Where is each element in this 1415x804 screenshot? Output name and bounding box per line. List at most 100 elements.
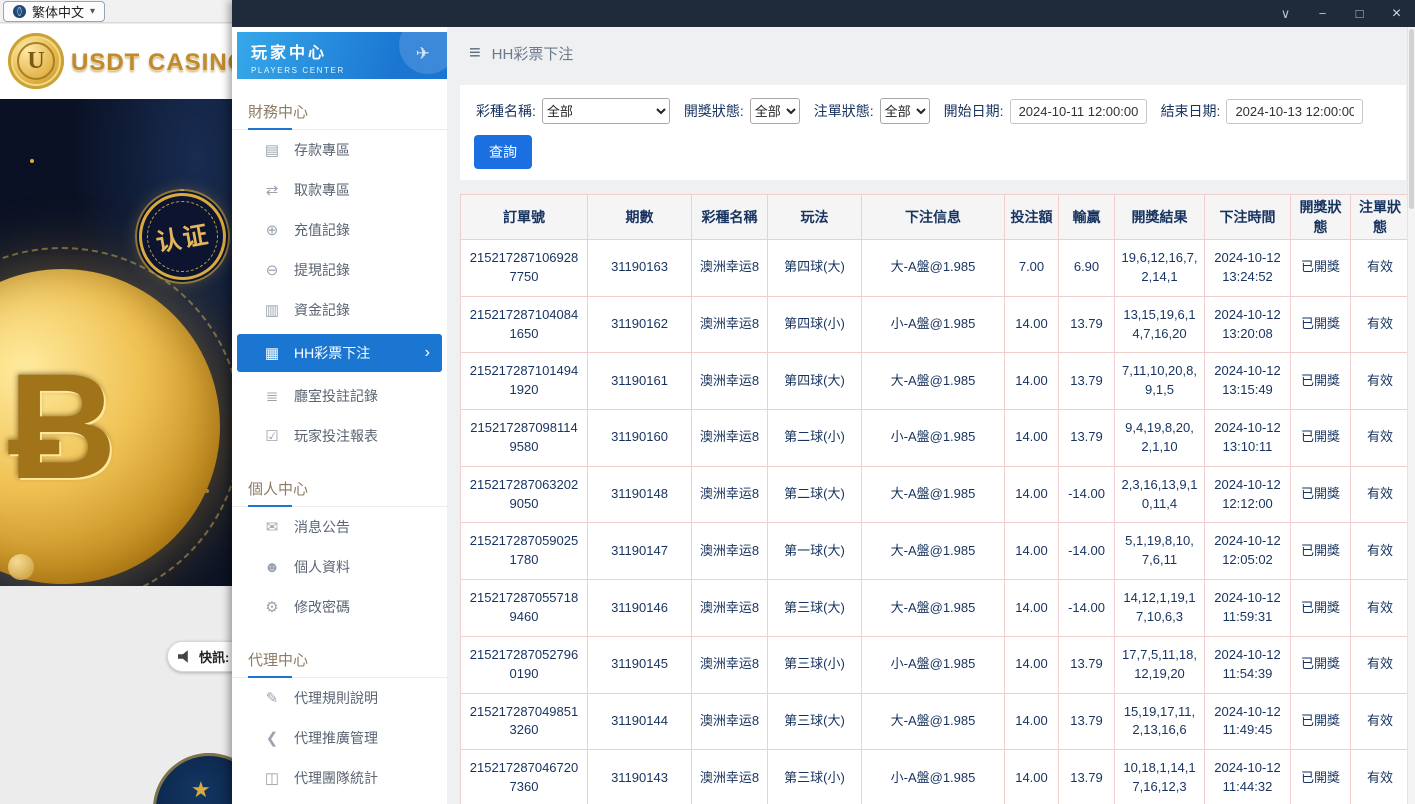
table-cell: 31190147 [588,523,692,580]
window-maximize-button[interactable]: □ [1341,0,1378,27]
lottery-name-select[interactable]: 全部 [542,98,670,124]
sidebar-item[interactable]: ◫代理團隊統計 [232,758,447,798]
draw-status-select[interactable]: 全部 [750,98,800,124]
table-cell: 已開獎 [1291,636,1351,693]
sidebar-item-label: 廳室投註記錄 [294,386,378,406]
column-header: 玩法 [768,195,862,240]
table-cell: 31190161 [588,353,692,410]
table-body: 215217287106928775031190163澳洲幸运8第四球(大)大-… [461,240,1410,804]
table-cell: 2152172870981149580 [461,410,588,467]
end-date-input[interactable] [1226,99,1363,124]
table-cell: -14.00 [1059,523,1115,580]
table-cell: 已開獎 [1291,750,1351,804]
window-minimize-button[interactable]: − [1304,0,1341,27]
table-cell: 7,11,10,20,8,9,1,5 [1115,353,1205,410]
table-cell: 14,12,1,19,17,10,6,3 [1115,580,1205,637]
sidebar-section-title: 代理中心 [232,641,447,678]
table-cell: 13.79 [1059,296,1115,353]
table-cell: 5,1,19,8,10,7,6,11 [1115,523,1205,580]
table-cell: 2152172870632029050 [461,466,588,523]
start-date-input[interactable] [1010,99,1147,124]
table-cell: 澳洲幸运8 [692,240,768,297]
table-row: 215217287049851326031190144澳洲幸运8第三球(大)大-… [461,693,1410,750]
table-row: 215217287052796019031190145澳洲幸运8第三球(小)小-… [461,636,1410,693]
cashout-icon: ⊖ [262,261,282,279]
search-button[interactable]: 查詢 [474,135,532,169]
bottom-emblem-logo: ★ [153,753,232,804]
scrollbar-thumb[interactable] [1409,29,1414,209]
table-cell: 14.00 [1005,580,1059,637]
order-status-select[interactable]: 全部 [880,98,930,124]
sidebar-item[interactable]: ⚙修改密碼 [232,587,447,627]
sidebar-item[interactable]: ⊖ 提現記錄 [232,250,447,290]
main-content: ≡ HH彩票下注 彩種名稱:全部開獎狀態:全部注單狀態:全部開始日期:結束日期:… [447,27,1415,804]
table-cell: 31190145 [588,636,692,693]
bitcoin-hero-image: Ƀ 认证 [0,99,232,586]
table-row: 215217287101494192031190161澳洲幸运8第四球(大)大-… [461,353,1410,410]
sidebar-item[interactable]: ▥資金記錄 [232,290,447,330]
filter-label: 結束日期: [1161,101,1221,121]
table-cell: 31190163 [588,240,692,297]
star-icon: ★ [191,777,211,803]
table-cell: 2024-10-12 13:10:11 [1205,410,1291,467]
table-cell: 13.79 [1059,353,1115,410]
report-icon: ☑ [262,427,282,445]
left-background-panel: 繁体中文 ▾ U USDT CASINO Ƀ 认证 快訊: ★ [0,0,232,804]
news-ticker-button[interactable]: 快訊: [167,641,232,672]
sidebar-item[interactable]: ✎代理規則說明 [232,678,447,718]
doc-icon: ✎ [262,689,282,707]
coin-letter: U [17,42,55,80]
hamburger-icon[interactable]: ≡ [469,42,481,65]
sidebar-item[interactable]: ✉消息公告 [232,507,447,547]
table-cell: 小-A盤@1.985 [862,750,1005,804]
table-cell: 第三球(小) [768,750,862,804]
table-cell: 第四球(小) [768,296,862,353]
filter-label: 開始日期: [944,101,1004,121]
table-cell: 14.00 [1005,353,1059,410]
sidebar-item[interactable]: ❮代理推廣管理 [232,718,447,758]
table-row: 215217287063202905031190148澳洲幸运8第二球(大)大-… [461,466,1410,523]
column-header: 下注信息 [862,195,1005,240]
language-label: 繁体中文 [32,2,84,21]
table-cell: 小-A盤@1.985 [862,636,1005,693]
sidebar-item[interactable]: ▦HH彩票下注› [237,334,442,372]
column-header: 期數 [588,195,692,240]
table-cell: 第二球(大) [768,466,862,523]
filter-label: 彩種名稱: [476,101,536,121]
table-cell: 2152172871069287750 [461,240,588,297]
table-cell: 7.00 [1005,240,1059,297]
sidebar-item-label: 個人資料 [294,557,350,577]
small-coin-icon [8,554,34,580]
table-cell: 14.00 [1005,750,1059,804]
sidebar-item[interactable]: ☑ 玩家投注報表 [232,416,447,456]
table-cell: 17,7,5,11,18,12,19,20 [1115,636,1205,693]
language-selector[interactable]: 繁体中文 ▾ [3,1,105,22]
sidebar-item-label: 充值記錄 [294,220,350,240]
table-cell: 澳洲幸运8 [692,580,768,637]
vertical-scrollbar[interactable] [1407,27,1415,804]
table-cell: 大-A盤@1.985 [862,580,1005,637]
sidebar-item-label: 代理團隊統計 [294,768,378,788]
table-cell: 2024-10-12 13:20:08 [1205,296,1291,353]
sidebar-item[interactable]: ≣廳室投註記錄 [232,376,447,416]
table-cell: 澳洲幸运8 [692,466,768,523]
sidebar-item-label: HH彩票下注 [294,343,370,363]
sidebar-item[interactable]: ⊕充值記錄 [232,210,447,250]
table-cell: 有效 [1351,523,1410,580]
table-cell: 大-A盤@1.985 [862,353,1005,410]
sidebar-item[interactable]: ☻個人資料 [232,547,447,587]
sidebar-sections: 財務中心▤存款專區⇄取款專區⊕充值記錄⊖提現記錄▥資金記錄▦HH彩票下注›≣廳室… [232,93,447,798]
sidebar-item-label: 提現記錄 [294,260,350,280]
table-cell: 澳洲幸运8 [692,523,768,580]
sidebar: 玩家中心 PLAYERS CENTER ✈ 財務中心▤存款專區⇄取款專區⊕充值記… [232,27,447,804]
sidebar-item[interactable]: ⇄取款專區 [232,170,447,210]
sidebar-item-label: 玩家投注報表 [294,426,378,446]
sidebar-item[interactable]: ▤存款專區 [232,130,447,170]
window-close-button[interactable]: × [1378,0,1415,27]
column-header: 投注額 [1005,195,1059,240]
table-cell: 13,15,19,6,14,7,16,20 [1115,296,1205,353]
app-window: ∨ − □ × 玩家中心 PLAYERS CENTER ✈ 財務中心▤存款專區⇄… [232,0,1415,804]
table-cell: 2024-10-12 13:15:49 [1205,353,1291,410]
window-collapse-button[interactable]: ∨ [1267,0,1304,27]
share-icon: ❮ [262,729,282,747]
